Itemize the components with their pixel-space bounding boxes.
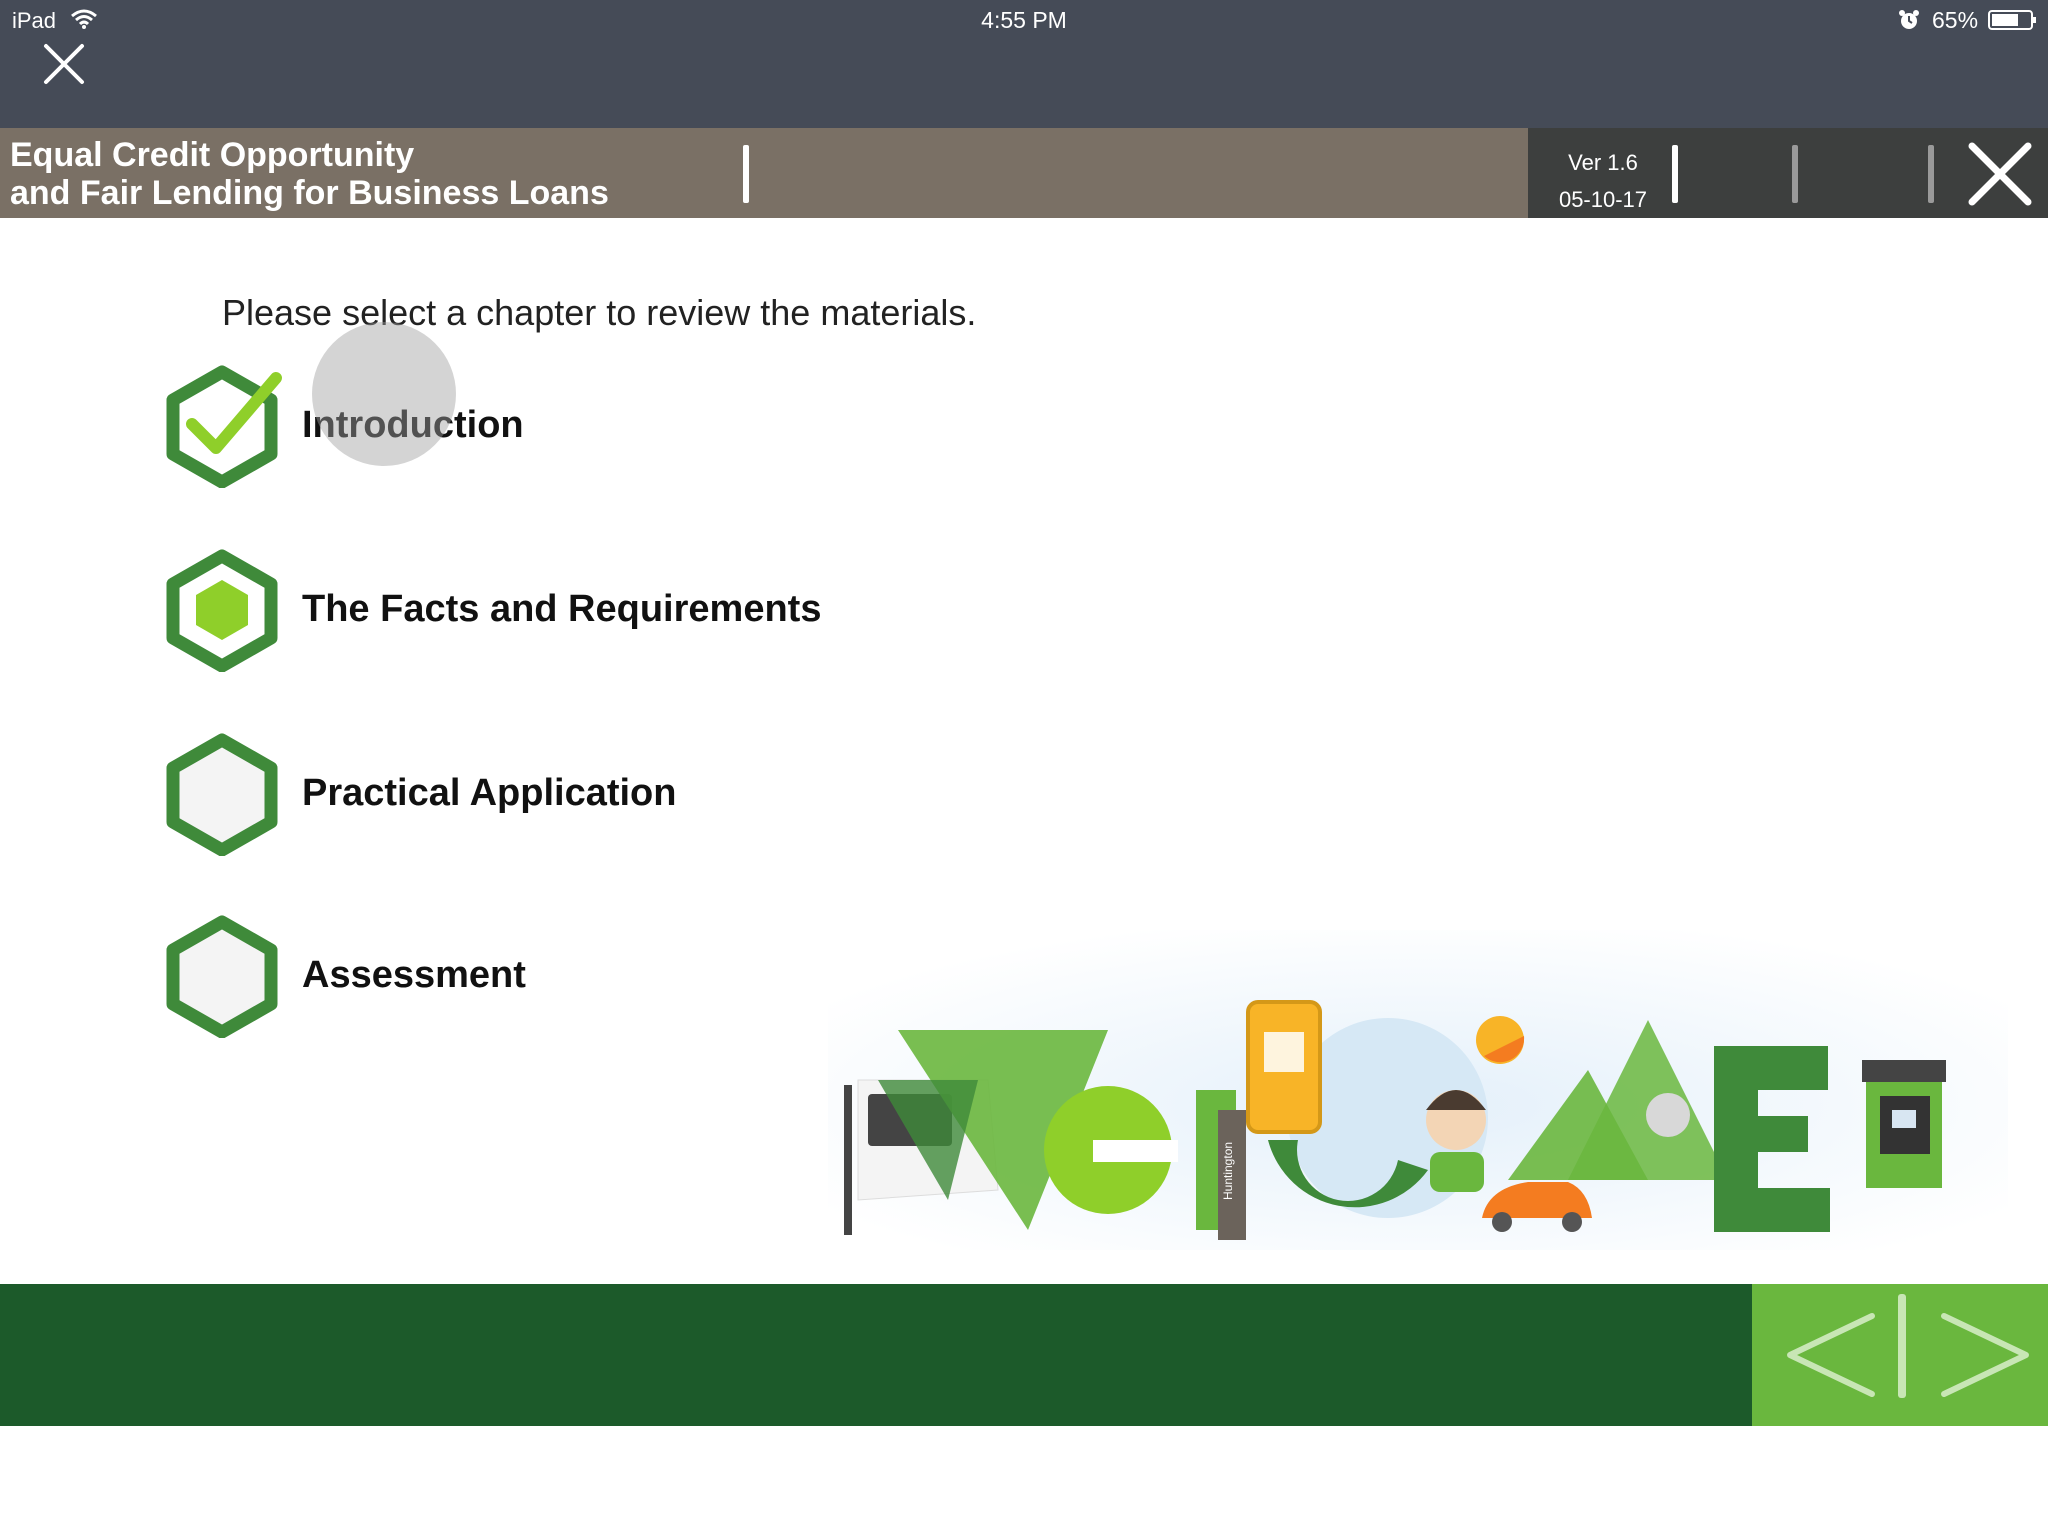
close-icon[interactable] <box>40 40 88 88</box>
previous-arrow-icon[interactable] <box>1782 1306 1878 1404</box>
sign-text: Huntington <box>1221 1142 1235 1200</box>
empty-hexagon-icon <box>166 733 278 856</box>
header-divider <box>1672 145 1678 203</box>
next-arrow-icon[interactable] <box>1938 1306 2034 1404</box>
clock: 4:55 PM <box>981 7 1067 33</box>
check-hexagon-icon <box>166 365 282 488</box>
chapter-practical-application[interactable]: Practical Application <box>160 732 920 856</box>
version-label: Ver 1.6 <box>1568 150 1638 175</box>
nav-divider <box>1898 1294 1906 1398</box>
chapter-label: Assessment <box>302 954 526 996</box>
instruction-text: Please select a chapter to review the ma… <box>222 292 977 333</box>
battery-icon <box>1988 10 2036 30</box>
header-divider <box>743 145 749 203</box>
chapter-facts-and-requirements[interactable]: The Facts and Requirements <box>160 548 920 672</box>
exit-course-close-icon[interactable] <box>1964 138 2036 210</box>
course-header: Equal Credit Opportunity and Fair Lendin… <box>0 128 1528 218</box>
header-tools: Ver 1.6 05-10-17 <box>1528 128 2048 218</box>
touch-indicator <box>312 322 456 466</box>
alarm-icon <box>1899 10 1919 29</box>
chapter-assessment[interactable]: Assessment <box>160 914 920 1038</box>
course-title-line2: and Fair Lending for Business Loans <box>10 174 609 212</box>
course-title-line1: Equal Credit Opportunity <box>10 136 415 174</box>
footer-navigation <box>1752 1284 2048 1426</box>
header-divider <box>1792 145 1798 203</box>
chapter-introduction[interactable]: Introduction <box>160 364 920 488</box>
welcome-illustration: Huntington <box>828 930 2008 1250</box>
footer-bar <box>0 1284 1752 1426</box>
battery-percent: 65% <box>1932 7 1979 33</box>
version-date: 05-10-17 <box>1558 187 1648 212</box>
header-divider <box>1928 145 1934 203</box>
empty-hexagon-icon <box>166 915 278 1038</box>
chapter-label: The Facts and Requirements <box>302 588 822 630</box>
chapter-label: Practical Application <box>302 772 677 814</box>
filled-hexagon-icon <box>166 549 278 672</box>
course-title: Equal Credit Opportunity and Fair Lendin… <box>10 136 710 212</box>
status-bar: iPad 4:55 PM 65% <box>0 0 2048 128</box>
